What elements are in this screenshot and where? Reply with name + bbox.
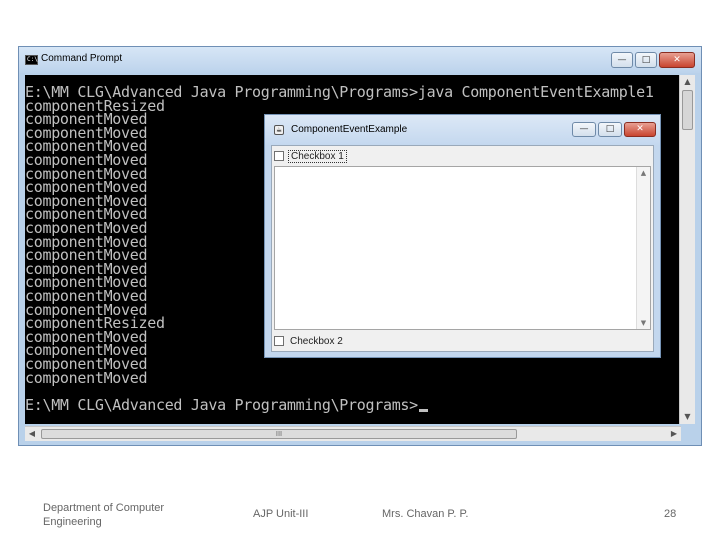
scroll-left-arrow-icon[interactable]: ◀ — [25, 427, 39, 441]
scroll-down-arrow-icon[interactable]: ▼ — [637, 319, 650, 327]
checkbox-2[interactable]: Checkbox 2 — [274, 333, 345, 349]
text-area[interactable]: ▲ ▼ — [274, 166, 651, 330]
vertical-scrollbar[interactable]: ▲ ▼ — [679, 75, 695, 424]
console-line: componentMoved — [25, 368, 148, 387]
checkbox-2-label[interactable]: Checkbox 2 — [288, 336, 345, 347]
minimize-icon[interactable]: — — [611, 52, 633, 68]
text-area-scrollbar[interactable]: ▲ ▼ — [636, 167, 650, 329]
checkbox-1[interactable]: Checkbox 1 — [274, 148, 347, 164]
scroll-up-arrow-icon[interactable]: ▲ — [637, 169, 650, 177]
java-frame-titlebar[interactable]: ☕ ComponentEventExample — □ ✕ — [265, 115, 660, 145]
console-line: E:\MM CLG\Advanced Java Programming\Prog… — [25, 397, 428, 412]
scroll-right-arrow-icon[interactable]: ▶ — [667, 427, 681, 441]
scroll-thumb-horizontal[interactable]: III — [41, 429, 517, 439]
checkbox-1-box[interactable] — [274, 151, 284, 161]
text-cursor — [418, 408, 428, 412]
maximize-icon[interactable]: □ — [635, 52, 657, 68]
scroll-down-arrow-icon[interactable]: ▼ — [680, 410, 695, 424]
close-icon[interactable]: ✕ — [659, 52, 695, 68]
component-event-frame[interactable]: ☕ ComponentEventExample — □ ✕ Checkbox 1… — [264, 114, 661, 358]
footer-page-number: 28 — [664, 508, 677, 520]
horizontal-scrollbar[interactable]: ◀ III ▶ — [25, 426, 681, 441]
java-frame-content: Checkbox 1 ▲ ▼ Checkbox 2 — [271, 145, 654, 352]
cmd-icon: C:\ — [25, 55, 38, 65]
maximize-icon[interactable]: □ — [598, 122, 622, 137]
footer-department: Department of Computer Engineering — [43, 502, 165, 528]
close-icon[interactable]: ✕ — [624, 122, 656, 137]
java-frame-icon: ☕ — [274, 125, 284, 135]
checkbox-1-label[interactable]: Checkbox 1 — [288, 149, 347, 163]
scroll-thumb[interactable] — [682, 90, 693, 130]
footer-unit: AJP Unit-III — [253, 508, 309, 520]
minimize-icon[interactable]: — — [572, 122, 596, 137]
footer-author: Mrs. Chavan P. P. — [382, 508, 469, 520]
checkbox-2-box[interactable] — [274, 336, 284, 346]
java-frame-title: ComponentEventExample — [291, 124, 408, 135]
command-prompt-titlebar[interactable]: C:\ Command Prompt — □ ✕ — [19, 47, 701, 73]
scroll-up-arrow-icon[interactable]: ▲ — [680, 75, 695, 89]
window-title: Command Prompt — [41, 53, 123, 64]
